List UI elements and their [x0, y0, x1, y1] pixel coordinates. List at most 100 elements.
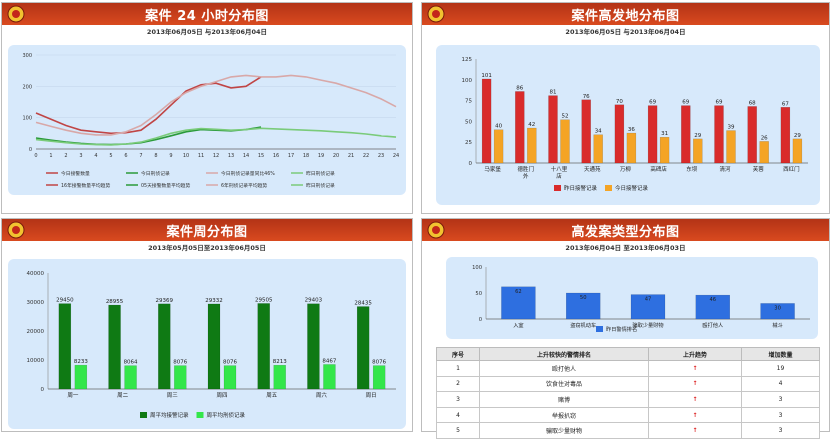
bar: [626, 132, 637, 164]
data-label: 30: [774, 305, 781, 311]
rising-cases-table: 序号 上升较快的警情排名 上升趋势 增加数量 1 殴打他人 ↑ 19 2 饮食住…: [436, 347, 820, 439]
data-label: 69: [716, 100, 723, 106]
bar: [593, 134, 603, 164]
bar: [493, 129, 504, 164]
data-label: 31: [661, 131, 668, 137]
y-tick-label: 75: [465, 99, 472, 105]
data-label: 76: [583, 94, 590, 100]
row-count: 19: [741, 360, 820, 377]
row-no: 5: [436, 422, 480, 439]
x-tick-label: 1: [49, 153, 52, 159]
row-count: 3: [741, 422, 820, 439]
row-name: 骗取少量财物: [479, 422, 649, 439]
x-tick-label: 20: [333, 153, 339, 159]
x-tick-label: 万柳: [620, 165, 632, 173]
hourly-distribution-panel: 案件 24 小时分布图 2013年06月05日 与2013年06月04日 0 10…: [1, 2, 413, 214]
row-no: 4: [436, 406, 480, 424]
legend-swatch: [596, 326, 603, 332]
types-date-range: 2013年06月04日 至2013年06月03日: [565, 244, 686, 252]
legend-label: 周平均接警记录: [150, 411, 189, 419]
x-tick-label: 十八里: [551, 165, 568, 173]
data-label: 8233: [74, 359, 88, 365]
data-label: 70: [616, 99, 623, 105]
legend-label: 今日刑侦记录: [141, 170, 170, 177]
y-tick-label: 40000: [27, 271, 45, 277]
location-title-bar: 案件高发地分布图: [422, 3, 829, 25]
case-type-distribution-panel: 高发案类型分布图 2013年06月04日 至2013年06月03日 0 50 100…: [421, 218, 830, 439]
col-header-name: 上升较快的警情排名: [479, 347, 649, 361]
data-label: 69: [682, 100, 689, 106]
types-bar-chart: 05010062入室50盗窃机动车47骗取少量财物46殴打他人30械斗昨日警情排…: [472, 265, 810, 333]
bar: [780, 107, 791, 164]
x-tick-label: 17: [288, 153, 294, 159]
bar: [158, 303, 171, 390]
data-label: 28435: [354, 301, 372, 307]
x-tick-label: 15: [258, 153, 264, 159]
legend-swatch: [140, 412, 147, 418]
legend-label: 昨日警情排名: [606, 325, 637, 333]
bar: [74, 364, 88, 390]
x-tick-label: 9: [169, 153, 172, 159]
x-tick-label: 3: [79, 153, 82, 159]
data-label: 101: [481, 73, 492, 79]
x-tick-label: 德胜门: [518, 165, 535, 173]
hourly-line-chart: 01002003000 1 2 3 4 5 6 7 8 9 10 11 12 13 14 15 16 17 18 19…: [22, 53, 399, 189]
hourly-chart-area: 0 100 200 300 0 1 2 3 4 5 6 7 8 9 10 11 12 13 14 15 16 17 18 19…: [8, 45, 406, 195]
weekly-date-range: 2013年05月05日至2013年06月05日: [148, 244, 266, 252]
weekly-bar-chart: 0 10000 20000 30000 40000 29450 8233 周一 28955 806…: [27, 271, 396, 419]
row-count: 3: [741, 406, 820, 424]
data-label: 29369: [156, 298, 174, 304]
y-tick-label: 20000: [27, 329, 45, 335]
data-label: 8467: [322, 358, 336, 364]
row-no: 2: [436, 375, 480, 393]
x-tick-label: 8: [154, 153, 157, 159]
legend-label: 6年刑侦记录平均趋势: [221, 182, 267, 189]
row-name: 殴打他人: [479, 360, 649, 377]
trend-up-icon: ↑: [648, 391, 742, 408]
row-count: 4: [741, 375, 820, 393]
y-tick-label: 200: [22, 84, 32, 90]
bar: [257, 303, 270, 390]
table-row: 4 举报扒窃 ↑ 3: [436, 406, 820, 424]
legend-label: 今日接警记录: [615, 184, 649, 192]
y-tick-label: 0: [41, 387, 45, 393]
data-label: 8213: [273, 359, 287, 365]
table-row: 5 骗取少量财物 ↑ 3: [436, 422, 820, 439]
types-title: 高发案类型分布图: [571, 225, 680, 240]
legend-label: 今日刑侦记录量同比46%: [221, 170, 275, 177]
x-tick-label: 13: [228, 153, 234, 159]
data-label: 8076: [372, 360, 386, 366]
data-label: 69: [649, 100, 656, 106]
y-tick-label: 100: [22, 116, 32, 122]
legend-label: 昨日刑侦记录: [306, 170, 335, 177]
trend-up-icon: ↑: [648, 406, 742, 424]
data-label: 29332: [205, 298, 223, 304]
x-tick-label: 盗窃机动车: [570, 321, 596, 329]
col-header-count: 增加数量: [741, 347, 820, 361]
y-tick-label: 50: [465, 119, 472, 125]
types-title-bar: 高发案类型分布图: [422, 219, 829, 241]
bar: [207, 303, 221, 390]
bar: [273, 364, 286, 390]
weekly-title: 案件周分布图: [166, 225, 248, 240]
data-label: 8064: [124, 360, 138, 366]
y-tick-label: 10000: [27, 358, 45, 364]
x-tick-label: 械斗: [772, 321, 782, 329]
bar: [58, 303, 72, 390]
data-label: 29: [794, 133, 801, 139]
x-tick-label: 24: [393, 153, 399, 159]
y-tick-label: 25: [465, 140, 472, 146]
legend-swatch: [554, 185, 561, 191]
trend-up-icon: ↑: [648, 375, 742, 393]
bar: [659, 137, 670, 164]
x-tick-label: 11: [198, 153, 204, 159]
row-name: 举报扒窃: [479, 406, 649, 424]
x-tick-label: 周日: [366, 392, 377, 399]
legend-swatch: [196, 412, 204, 418]
x-tick-label: 23: [378, 153, 384, 159]
legend-label: 周平均刑侦记录: [207, 411, 246, 419]
bar: [647, 105, 658, 164]
bar: [560, 119, 570, 164]
x-tick-label: 0: [34, 153, 37, 159]
x-tick-label: 12: [213, 153, 219, 159]
